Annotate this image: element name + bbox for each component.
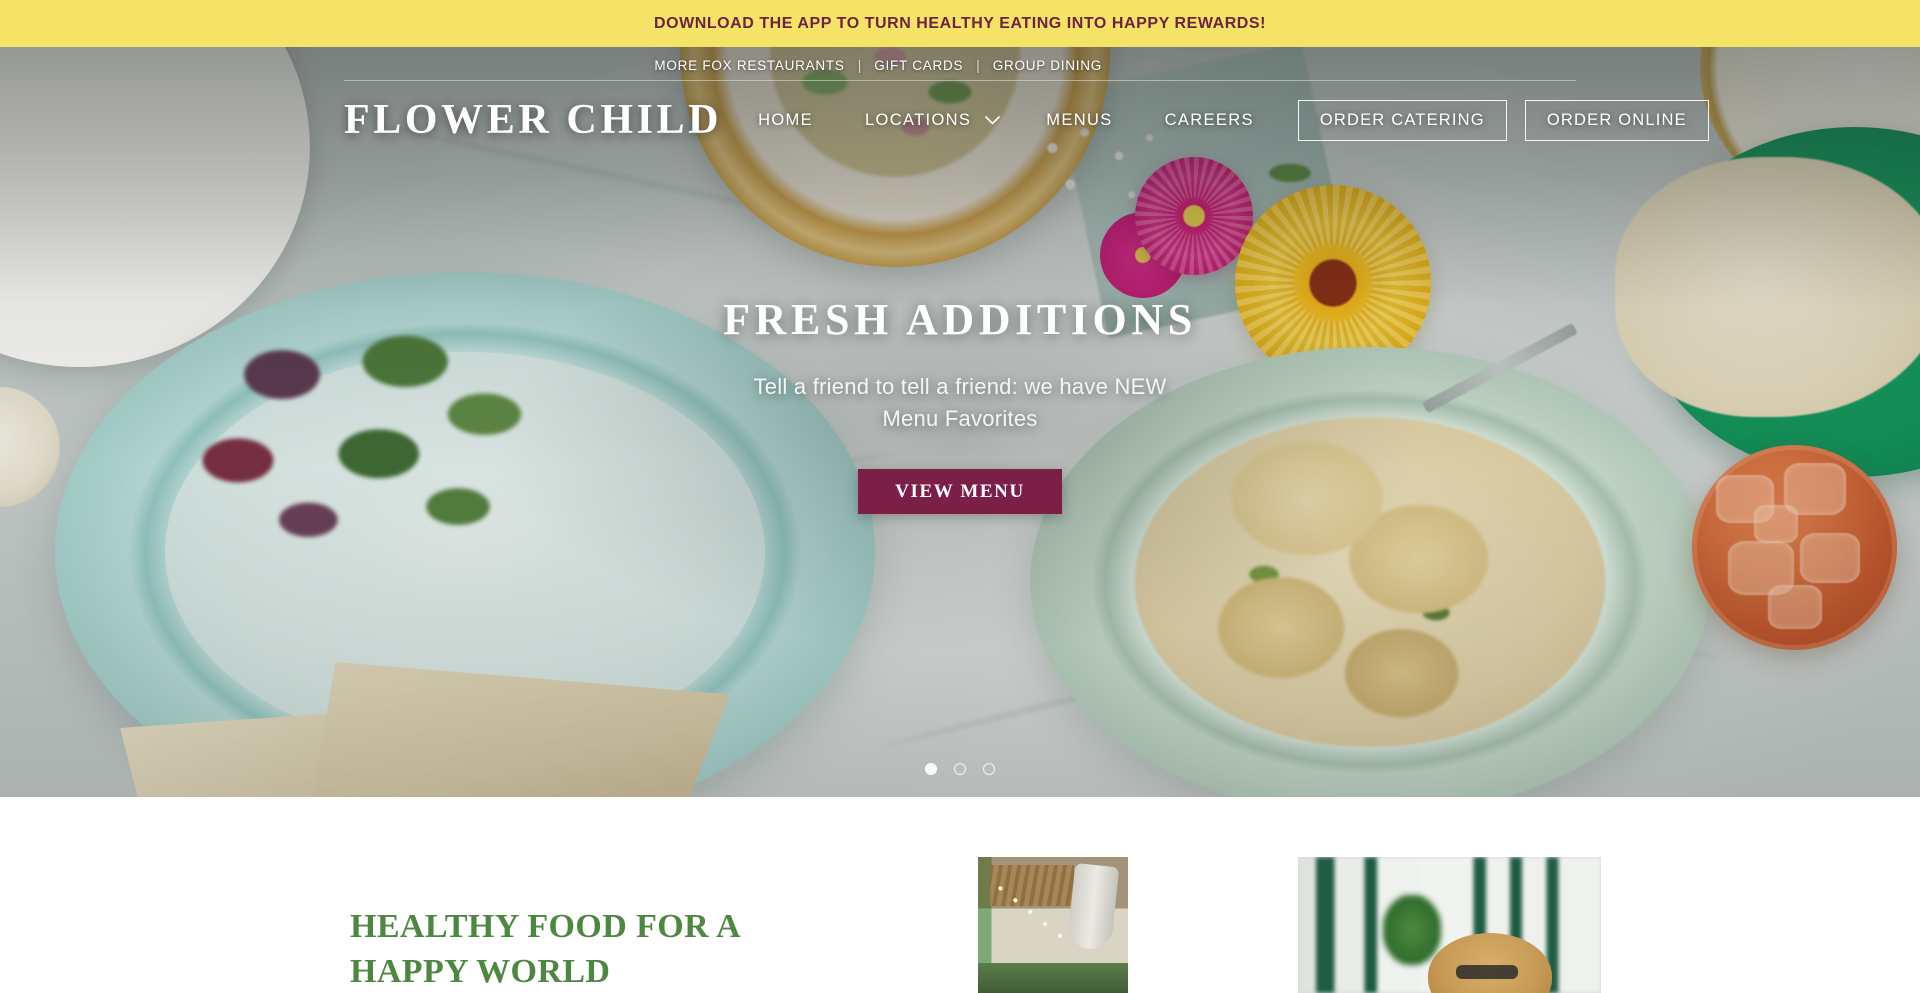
utility-link-gift-cards[interactable]: GIFT CARDS bbox=[874, 58, 963, 73]
order-online-button[interactable]: ORDER ONLINE bbox=[1524, 99, 1709, 141]
hero-subtitle: Tell a friend to tell a friend: we have … bbox=[753, 374, 1167, 432]
nav-item-locations-label: LOCATIONS bbox=[864, 110, 972, 129]
utility-separator-1: | bbox=[857, 58, 862, 73]
carousel-dot-1[interactable] bbox=[925, 763, 937, 775]
nav-item-careers[interactable]: CAREERS bbox=[1139, 111, 1280, 130]
carousel-dots bbox=[0, 763, 1920, 775]
site-logo[interactable]: FLOWER CHILD bbox=[344, 99, 722, 141]
guest-with-straw-hat-photo bbox=[1298, 857, 1601, 993]
main-navbar: FLOWER CHILD HOME LOCATIONS MENUS CAREER… bbox=[0, 73, 1920, 141]
utility-separator-2: | bbox=[976, 58, 980, 73]
hero-title: FRESH ADDITIONS bbox=[723, 294, 1197, 344]
chevron-down-icon bbox=[985, 115, 1001, 125]
page-root: DOWNLOAD THE APP TO TURN HEALTHY EATING … bbox=[0, 0, 1920, 993]
healthy-food-section: HEALTHY FOOD FOR A HAPPY WORLD bbox=[0, 797, 1920, 993]
carousel-dot-2[interactable] bbox=[954, 763, 966, 775]
hero-slide-content: FRESH ADDITIONS Tell a friend to tell a … bbox=[0, 47, 1920, 797]
nav-item-home[interactable]: HOME bbox=[732, 111, 839, 130]
main-nav: HOME LOCATIONS MENUS CAREERS bbox=[732, 111, 1280, 130]
nav-item-locations[interactable]: LOCATIONS bbox=[839, 111, 1020, 130]
carousel-dot-3[interactable] bbox=[983, 763, 995, 775]
section-heading: HEALTHY FOOD FOR A HAPPY WORLD bbox=[350, 908, 740, 990]
hero-carousel: FRESH ADDITIONS Tell a friend to tell a … bbox=[0, 47, 1920, 797]
site-header: MORE FOX RESTAURANTS | GIFT CARDS | GROU… bbox=[0, 47, 1920, 141]
utility-link-group-dining[interactable]: GROUP DINING bbox=[993, 58, 1102, 73]
nav-item-menus[interactable]: MENUS bbox=[1020, 111, 1138, 130]
view-menu-button[interactable]: VIEW MENU bbox=[858, 469, 1062, 515]
announcement-bar[interactable]: DOWNLOAD THE APP TO TURN HEALTHY EATING … bbox=[0, 0, 1920, 47]
restaurant-interior-photo bbox=[978, 857, 1128, 993]
utility-link-more-fox-restaurants[interactable]: MORE FOX RESTAURANTS bbox=[654, 58, 844, 73]
announcement-text: DOWNLOAD THE APP TO TURN HEALTHY EATING … bbox=[653, 14, 1267, 32]
utility-nav: MORE FOX RESTAURANTS | GIFT CARDS | GROU… bbox=[0, 47, 1920, 73]
order-catering-button[interactable]: ORDER CATERING bbox=[1297, 99, 1507, 141]
header-cta-group: ORDER CATERING ORDER ONLINE bbox=[1297, 99, 1709, 141]
